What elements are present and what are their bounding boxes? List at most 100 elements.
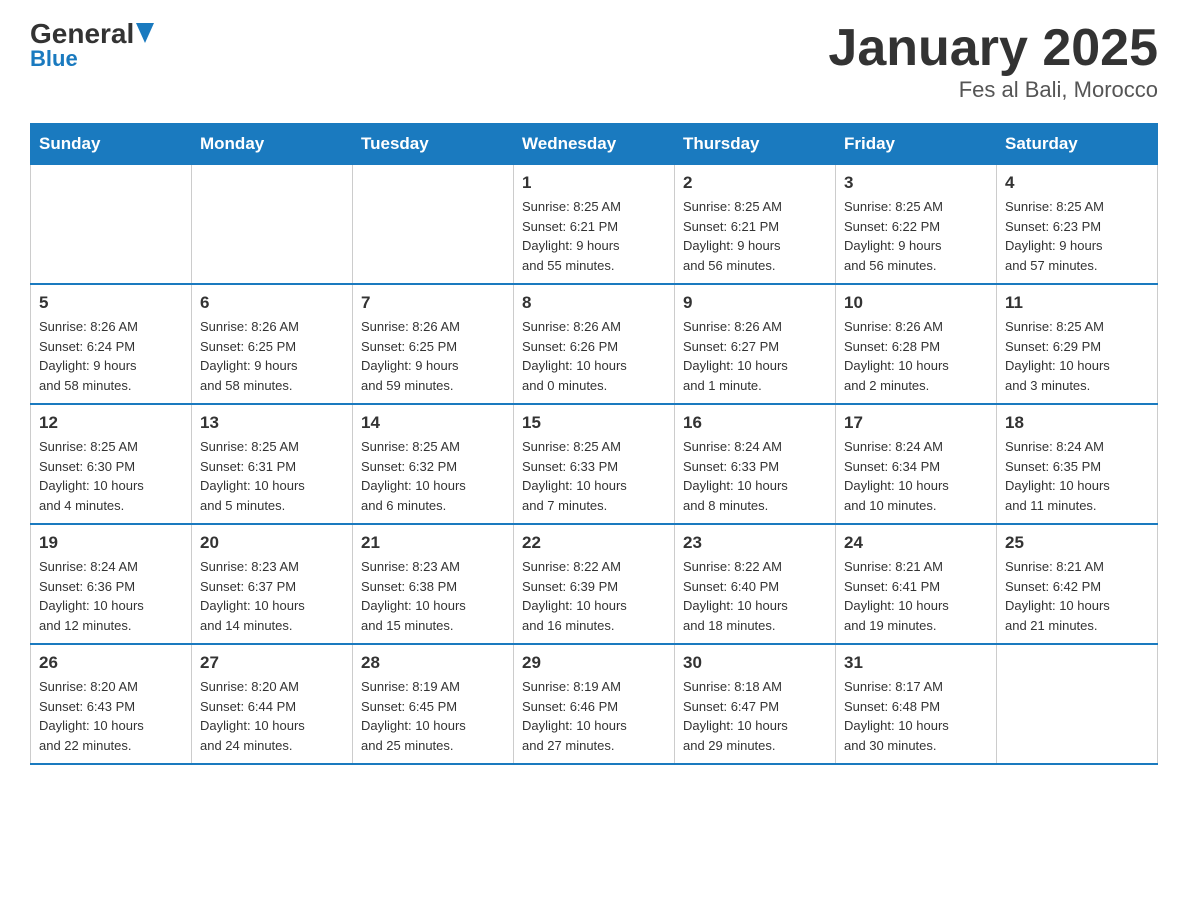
day-number: 8 [522,293,666,313]
day-info: Sunrise: 8:24 AM Sunset: 6:35 PM Dayligh… [1005,437,1149,515]
day-info: Sunrise: 8:25 AM Sunset: 6:33 PM Dayligh… [522,437,666,515]
col-thursday: Thursday [675,124,836,165]
calendar-cell: 7 Sunrise: 8:26 AM Sunset: 6:25 PM Daylig… [353,284,514,404]
day-info: Sunrise: 8:20 AM Sunset: 6:43 PM Dayligh… [39,677,183,755]
day-number: 1 [522,173,666,193]
calendar-cell: 11 Sunrise: 8:25 AM Sunset: 6:29 PM Dayli… [997,284,1158,404]
calendar-week-row: 1 Sunrise: 8:25 AM Sunset: 6:21 PM Daylig… [31,165,1158,285]
day-info: Sunrise: 8:21 AM Sunset: 6:42 PM Dayligh… [1005,557,1149,635]
day-number: 4 [1005,173,1149,193]
day-number: 23 [683,533,827,553]
calendar-cell: 12 Sunrise: 8:25 AM Sunset: 6:30 PM Dayli… [31,404,192,524]
day-info: Sunrise: 8:20 AM Sunset: 6:44 PM Dayligh… [200,677,344,755]
day-number: 9 [683,293,827,313]
day-number: 7 [361,293,505,313]
col-friday: Friday [836,124,997,165]
title-block: January 2025 Fes al Bali, Morocco [828,20,1158,103]
logo: General Blue [30,20,154,72]
col-tuesday: Tuesday [353,124,514,165]
day-number: 6 [200,293,344,313]
calendar-cell: 15 Sunrise: 8:25 AM Sunset: 6:33 PM Dayli… [514,404,675,524]
day-number: 2 [683,173,827,193]
calendar-cell: 18 Sunrise: 8:24 AM Sunset: 6:35 PM Dayli… [997,404,1158,524]
day-number: 13 [200,413,344,433]
day-info: Sunrise: 8:21 AM Sunset: 6:41 PM Dayligh… [844,557,988,635]
day-number: 29 [522,653,666,673]
day-info: Sunrise: 8:26 AM Sunset: 6:25 PM Dayligh… [200,317,344,395]
day-number: 28 [361,653,505,673]
day-info: Sunrise: 8:19 AM Sunset: 6:46 PM Dayligh… [522,677,666,755]
day-info: Sunrise: 8:26 AM Sunset: 6:25 PM Dayligh… [361,317,505,395]
day-info: Sunrise: 8:25 AM Sunset: 6:23 PM Dayligh… [1005,197,1149,275]
day-number: 24 [844,533,988,553]
calendar-week-row: 19Sunrise: 8:24 AM Sunset: 6:36 PM Dayli… [31,524,1158,644]
logo-main-text: General [30,20,134,48]
calendar-cell: 31 Sunrise: 8:17 AM Sunset: 6:48 PM Dayli… [836,644,997,764]
calendar-cell: 27 Sunrise: 8:20 AM Sunset: 6:44 PM Dayli… [192,644,353,764]
calendar-header-row: Sunday Monday Tuesday Wednesday Thursday… [31,124,1158,165]
day-info: Sunrise: 8:22 AM Sunset: 6:39 PM Dayligh… [522,557,666,635]
month-year-title: January 2025 [828,20,1158,77]
day-number: 11 [1005,293,1149,313]
day-info: Sunrise: 8:26 AM Sunset: 6:26 PM Dayligh… [522,317,666,395]
day-info: Sunrise: 8:25 AM Sunset: 6:29 PM Dayligh… [1005,317,1149,395]
calendar-cell: 19Sunrise: 8:24 AM Sunset: 6:36 PM Dayli… [31,524,192,644]
day-number: 20 [200,533,344,553]
calendar-cell: 10 Sunrise: 8:26 AM Sunset: 6:28 PM Dayli… [836,284,997,404]
calendar-cell: 6 Sunrise: 8:26 AM Sunset: 6:25 PM Daylig… [192,284,353,404]
calendar-cell [997,644,1158,764]
day-number: 15 [522,413,666,433]
day-info: Sunrise: 8:22 AM Sunset: 6:40 PM Dayligh… [683,557,827,635]
day-info: Sunrise: 8:17 AM Sunset: 6:48 PM Dayligh… [844,677,988,755]
calendar-cell: 23 Sunrise: 8:22 AM Sunset: 6:40 PM Dayli… [675,524,836,644]
calendar-cell: 2Sunrise: 8:25 AM Sunset: 6:21 PM Daylig… [675,165,836,285]
calendar-cell [192,165,353,285]
calendar-cell: 9Sunrise: 8:26 AM Sunset: 6:27 PM Daylig… [675,284,836,404]
calendar-cell: 17 Sunrise: 8:24 AM Sunset: 6:34 PM Dayli… [836,404,997,524]
calendar-cell: 16Sunrise: 8:24 AM Sunset: 6:33 PM Dayli… [675,404,836,524]
day-number: 19 [39,533,183,553]
day-number: 12 [39,413,183,433]
day-info: Sunrise: 8:25 AM Sunset: 6:32 PM Dayligh… [361,437,505,515]
day-info: Sunrise: 8:23 AM Sunset: 6:38 PM Dayligh… [361,557,505,635]
day-number: 31 [844,653,988,673]
calendar-cell: 30Sunrise: 8:18 AM Sunset: 6:47 PM Dayli… [675,644,836,764]
day-number: 22 [522,533,666,553]
day-info: Sunrise: 8:24 AM Sunset: 6:34 PM Dayligh… [844,437,988,515]
day-info: Sunrise: 8:25 AM Sunset: 6:22 PM Dayligh… [844,197,988,275]
calendar-cell: 1 Sunrise: 8:25 AM Sunset: 6:21 PM Daylig… [514,165,675,285]
calendar-cell [353,165,514,285]
calendar-cell: 29 Sunrise: 8:19 AM Sunset: 6:46 PM Dayli… [514,644,675,764]
day-info: Sunrise: 8:26 AM Sunset: 6:24 PM Dayligh… [39,317,183,395]
day-info: Sunrise: 8:26 AM Sunset: 6:28 PM Dayligh… [844,317,988,395]
calendar-cell: 24 Sunrise: 8:21 AM Sunset: 6:41 PM Dayli… [836,524,997,644]
day-number: 3 [844,173,988,193]
day-number: 27 [200,653,344,673]
col-wednesday: Wednesday [514,124,675,165]
day-info: Sunrise: 8:25 AM Sunset: 6:31 PM Dayligh… [200,437,344,515]
day-number: 10 [844,293,988,313]
col-monday: Monday [192,124,353,165]
calendar-week-row: 12 Sunrise: 8:25 AM Sunset: 6:30 PM Dayli… [31,404,1158,524]
logo-sub-text: Blue [30,46,78,72]
calendar-cell: 25Sunrise: 8:21 AM Sunset: 6:42 PM Dayli… [997,524,1158,644]
calendar-week-row: 5Sunrise: 8:26 AM Sunset: 6:24 PM Daylig… [31,284,1158,404]
day-info: Sunrise: 8:25 AM Sunset: 6:30 PM Dayligh… [39,437,183,515]
day-number: 17 [844,413,988,433]
calendar-cell [31,165,192,285]
calendar-table: Sunday Monday Tuesday Wednesday Thursday… [30,123,1158,765]
calendar-cell: 28Sunrise: 8:19 AM Sunset: 6:45 PM Dayli… [353,644,514,764]
day-number: 16 [683,413,827,433]
day-number: 26 [39,653,183,673]
calendar-week-row: 26 Sunrise: 8:20 AM Sunset: 6:43 PM Dayli… [31,644,1158,764]
col-saturday: Saturday [997,124,1158,165]
day-number: 18 [1005,413,1149,433]
location-subtitle: Fes al Bali, Morocco [828,77,1158,103]
calendar-cell: 13 Sunrise: 8:25 AM Sunset: 6:31 PM Dayli… [192,404,353,524]
day-info: Sunrise: 8:25 AM Sunset: 6:21 PM Dayligh… [522,197,666,275]
day-number: 14 [361,413,505,433]
day-info: Sunrise: 8:18 AM Sunset: 6:47 PM Dayligh… [683,677,827,755]
page-header: General Blue January 2025 Fes al Bali, M… [30,20,1158,103]
calendar-cell: 8 Sunrise: 8:26 AM Sunset: 6:26 PM Daylig… [514,284,675,404]
day-info: Sunrise: 8:23 AM Sunset: 6:37 PM Dayligh… [200,557,344,635]
